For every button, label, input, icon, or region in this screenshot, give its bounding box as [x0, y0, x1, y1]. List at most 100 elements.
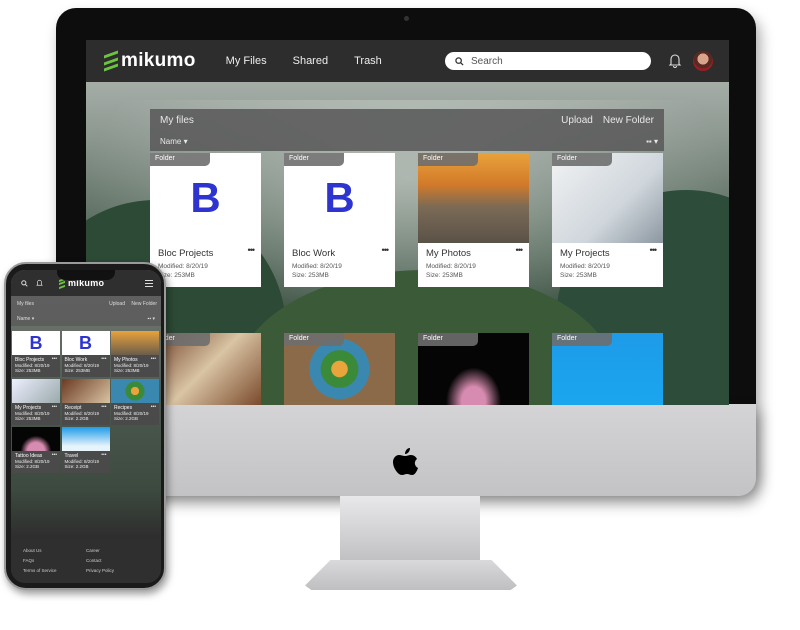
grid-view-toggle[interactable]: ▪▪ ▾ — [646, 137, 658, 146]
more-options-icon[interactable]: ••• — [52, 452, 57, 458]
footer-link[interactable]: Terms of Service — [23, 568, 86, 575]
folder-tag: Folder — [150, 153, 210, 166]
card-size: Size: 2.2GB — [64, 464, 89, 469]
card-name: Bloc Work — [292, 248, 336, 259]
footer-link[interactable]: FAQs — [23, 558, 86, 565]
more-options-icon[interactable]: ••• — [101, 356, 106, 362]
card-modified: Modified: 8/20/19 — [158, 263, 208, 270]
folder-card[interactable]: Folder — [418, 333, 529, 405]
footer-link[interactable]: Contact — [86, 558, 149, 565]
card-name: My Photos — [426, 248, 471, 259]
folder-tag: Folder — [418, 333, 478, 346]
more-options-icon[interactable]: ••• — [151, 356, 156, 362]
mobile-folder-card[interactable]: My Photos Modified: 8/20/19 Size: 253MB ••• — [111, 331, 159, 377]
whiteboard-photo-thumbnail: Folder — [552, 153, 663, 243]
card-info: Receipt Modified: 8/20/19 Size: 2.2GB ••• — [61, 403, 110, 425]
more-options-icon[interactable]: ••• — [151, 404, 156, 410]
brand-logo[interactable]: mikumo — [104, 50, 196, 72]
mobile-folder-card[interactable]: Receipt Modified: 8/20/19 Size: 2.2GB ••• — [61, 379, 110, 425]
more-options-icon[interactable]: ••• — [248, 245, 256, 255]
folder-thumbnail — [61, 427, 110, 451]
card-modified: Modified: 8/20/19 — [292, 263, 342, 270]
footer-link[interactable]: Career — [86, 548, 149, 555]
files-header-panel: My files Upload New Folder Name ▾ ▪▪ ▾ — [150, 109, 664, 151]
more-options-icon[interactable]: ••• — [516, 245, 524, 255]
city-photo-thumbnail: Folder — [418, 153, 529, 243]
card-name: My Projects — [560, 248, 610, 259]
bloc-logo: B — [79, 332, 92, 353]
card-info: Travel Modified: 8/20/19 Size: 2.2GB ••• — [61, 451, 110, 473]
card-info: My Projects Modified: 8/20/19 Size: 253MB •… — [552, 243, 663, 287]
bell-icon[interactable] — [668, 53, 682, 68]
footer-link[interactable]: Privacy Policy — [86, 568, 149, 575]
card-size: Size: 253MB — [15, 368, 41, 373]
card-modified: Modified: 8/20/19 — [426, 263, 476, 270]
card-size: Size: 253MB — [158, 272, 195, 279]
grid-view-toggle[interactable]: ▪▪ ▾ — [148, 316, 155, 322]
search-icon — [455, 56, 464, 66]
folder-card[interactable]: Folder — [150, 333, 261, 405]
card-size: Size: 2.2GB — [64, 416, 89, 421]
folder-thumbnail: B — [61, 331, 110, 355]
folder-thumbnail — [111, 379, 159, 403]
folder-card[interactable]: Folder B Bloc Projects Modified: 8/20/19 Si… — [150, 153, 261, 287]
folder-card[interactable]: Folder My Photos Modified: 8/20/19 Size: 2… — [418, 153, 529, 287]
card-info: My Projects Modified: 8/20/19 Size: 253MB •… — [12, 403, 60, 425]
card-info: Bloc Work Modified: 8/20/19 Size: 253MB ••• — [284, 243, 395, 287]
bloc-logo: B — [324, 174, 355, 221]
mobile-folder-card[interactable]: B Bloc Projects Modified: 8/20/19 Size: 253… — [12, 331, 60, 377]
card-size: Size: 253MB — [114, 368, 140, 373]
card-size: Size: 253MB — [560, 272, 597, 279]
phone-notch — [57, 270, 115, 280]
sort-dropdown[interactable]: Name ▾ — [17, 316, 34, 322]
camera — [404, 16, 409, 21]
more-options-icon[interactable]: ••• — [52, 356, 57, 362]
card-size: Size: 253MB — [292, 272, 329, 279]
mobile-folder-card[interactable]: Travel Modified: 8/20/19 Size: 2.2GB ••• — [61, 427, 110, 473]
folder-card[interactable]: Folder — [552, 333, 663, 405]
mobile-folder-card[interactable]: Tattoo Ideas Modified: 8/20/19 Size: 2.2GB… — [12, 427, 60, 473]
bell-icon[interactable] — [36, 279, 43, 287]
sort-dropdown[interactable]: Name ▾ — [160, 137, 188, 146]
folder-thumbnail — [12, 427, 60, 451]
upload-button[interactable]: Upload — [561, 115, 593, 126]
mobile-folder-card[interactable]: Recipes Modified: 8/20/19 Size: 2.2GB ••• — [111, 379, 159, 425]
search-input[interactable]: Search — [445, 52, 651, 70]
card-meta: Modified: 8/20/19 Size: 253MB — [426, 262, 521, 280]
more-options-icon[interactable]: ••• — [52, 404, 57, 410]
card-size: Size: 253MB — [64, 368, 91, 373]
nav-my-files[interactable]: My Files — [226, 55, 267, 67]
bloc-logo: B — [190, 174, 221, 221]
panel-title: My files — [17, 301, 34, 307]
folder-card[interactable]: Folder My Projects Modified: 8/20/19 Size:… — [552, 153, 663, 287]
logo-mark-icon — [104, 50, 118, 72]
card-meta: Modified: 8/20/19 Size: 253MB — [560, 262, 655, 280]
user-avatar[interactable] — [693, 51, 713, 71]
mobile-files-header: My files Upload New Folder Name ▾ ▪▪ ▾ — [11, 296, 161, 326]
more-options-icon[interactable]: ••• — [650, 245, 658, 255]
search-icon[interactable] — [21, 280, 28, 287]
bloc-logo: B — [29, 332, 43, 353]
footer-link[interactable]: About Us — [23, 548, 86, 555]
new-folder-button[interactable]: New Folder — [603, 115, 654, 126]
logo-mark-icon — [59, 277, 65, 289]
folder-thumbnail: Folder B — [284, 153, 395, 243]
folder-tag: Folder — [284, 153, 344, 166]
new-folder-button[interactable]: New Folder — [131, 301, 157, 307]
desktop-screen: mikumo My Files Shared Trash Search My f… — [86, 40, 729, 405]
card-meta: Modified: 8/20/19 Size: 253MB — [158, 262, 253, 280]
card-info: My Photos Modified: 8/20/19 Size: 253MB ••• — [111, 355, 159, 377]
folder-thumbnail — [12, 379, 60, 403]
nav-trash[interactable]: Trash — [354, 55, 382, 67]
folder-card[interactable]: Folder B Bloc Work Modified: 8/20/19 Size: … — [284, 153, 395, 287]
mobile-folder-card[interactable]: My Projects Modified: 8/20/19 Size: 253MB •… — [12, 379, 60, 425]
panel-title: My files — [160, 115, 194, 126]
mobile-folder-card[interactable]: B Bloc Work Modified: 8/20/19 Size: 253MB ••… — [61, 331, 110, 377]
folder-card[interactable]: Folder — [284, 333, 395, 405]
more-options-icon[interactable]: ••• — [101, 404, 106, 410]
hamburger-menu-icon[interactable] — [145, 280, 153, 287]
nav-shared[interactable]: Shared — [293, 55, 328, 67]
more-options-icon[interactable]: ••• — [382, 245, 390, 255]
more-options-icon[interactable]: ••• — [101, 452, 106, 458]
upload-button[interactable]: Upload — [109, 301, 125, 307]
